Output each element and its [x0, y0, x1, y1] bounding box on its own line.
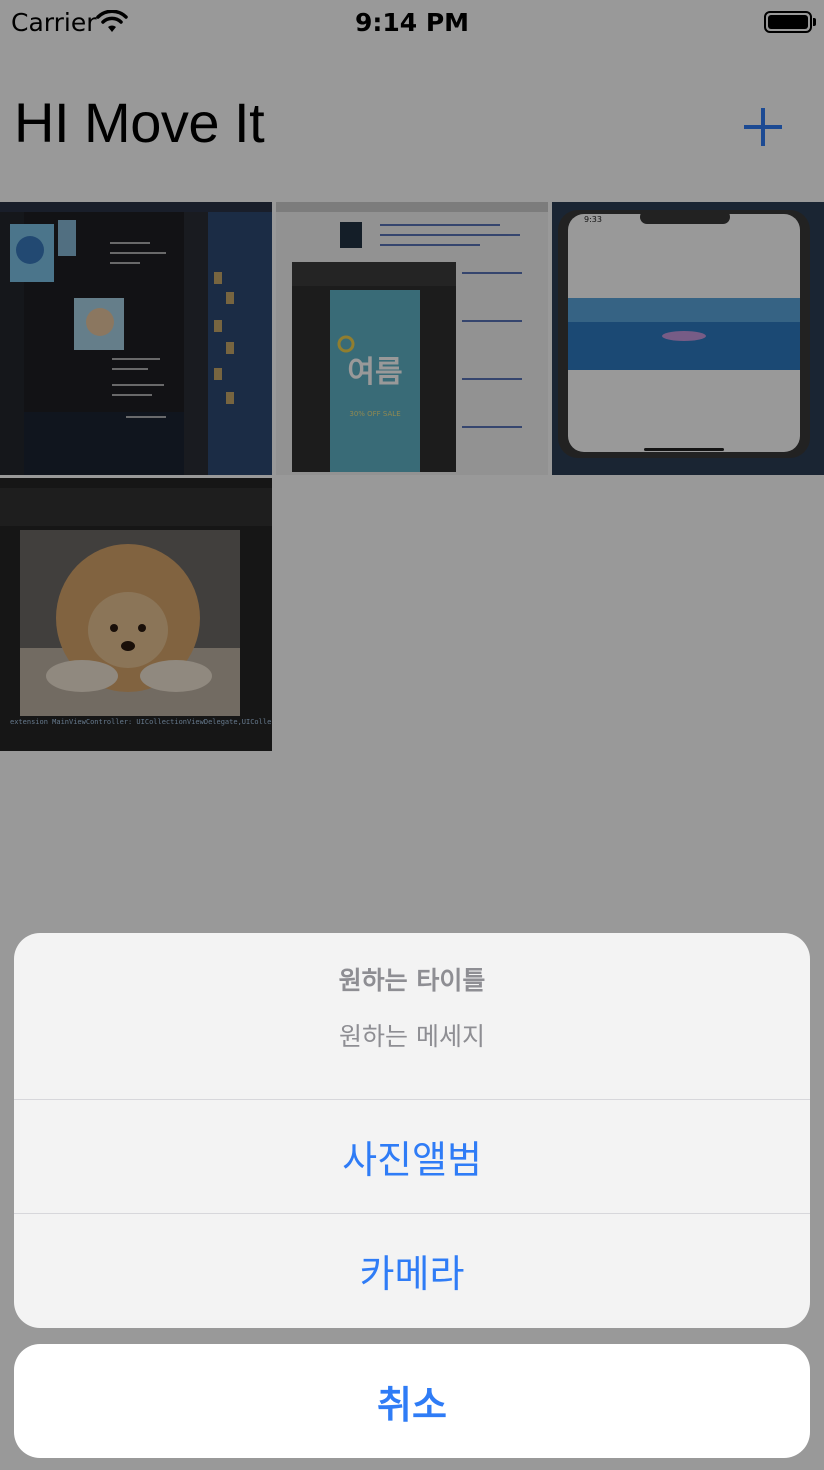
action-sheet-message: 원하는 메세지 [339, 1022, 485, 1051]
photo-album-button[interactable]: 사진앨범 [14, 1100, 810, 1213]
action-sheet: 원하는 타이틀 원하는 메세지 사진앨범 카메라 [14, 933, 810, 1328]
camera-button[interactable]: 카메라 [14, 1214, 810, 1327]
cancel-button[interactable]: 취소 [14, 1344, 810, 1458]
action-sheet-title: 원하는 타이틀 [338, 966, 486, 995]
